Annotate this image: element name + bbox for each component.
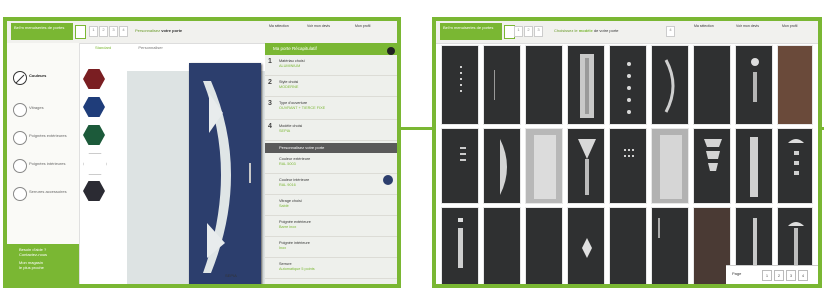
door-model-tile[interactable] bbox=[525, 45, 563, 125]
top-bar: Bel'm menuiseries de portes 1 2 3 Choisi… bbox=[436, 21, 818, 44]
nav-selection[interactable]: Ma sélection bbox=[694, 24, 720, 40]
door-model-tile[interactable] bbox=[777, 128, 813, 204]
step-icon[interactable]: 2 bbox=[524, 26, 533, 37]
breadcrumb: Choisissez le modèle de votre porte bbox=[554, 28, 619, 33]
phone-icon: Besoin d'aide ? Contactez-nous bbox=[19, 247, 48, 257]
color-swatch[interactable] bbox=[83, 181, 105, 201]
door-model-tile[interactable] bbox=[483, 45, 521, 125]
summary-step[interactable]: 3 Type d'ouverture OUVRANT + TIERCE FIXE bbox=[265, 98, 397, 120]
sidebar-item-colors[interactable]: Couleurs bbox=[13, 71, 77, 87]
summary-detail: Couleur intérieure RAL 9016 bbox=[265, 175, 397, 195]
selected-color-dot bbox=[383, 175, 393, 185]
option-custom[interactable]: Personnaliser bbox=[138, 45, 162, 50]
door-model-tile[interactable] bbox=[735, 45, 773, 125]
door-model-tile[interactable] bbox=[693, 45, 731, 125]
pagination: Page 1 2 3 4 bbox=[726, 265, 818, 284]
lock-icon bbox=[13, 187, 27, 201]
brand-mark-icon bbox=[75, 25, 86, 39]
door-model-tile[interactable] bbox=[609, 45, 647, 125]
color-swatch[interactable] bbox=[83, 69, 105, 89]
door-model-tile[interactable] bbox=[441, 128, 479, 204]
door-model-tile[interactable] bbox=[567, 207, 605, 284]
door-model-tile[interactable] bbox=[693, 128, 731, 204]
door-model-tile[interactable] bbox=[483, 128, 521, 204]
summary-detail: Serrure Automatique 5 points bbox=[265, 259, 397, 279]
door-model-tile[interactable] bbox=[483, 207, 521, 284]
summary-step[interactable]: 4 Modèle choisi SEPIA bbox=[265, 121, 397, 141]
help-contact-box[interactable]: Besoin d'aide ? Contactez-nous Mon magas… bbox=[7, 244, 79, 284]
nav-quote[interactable]: Voir mon devis bbox=[736, 24, 762, 40]
brand-logo[interactable]: Bel'm menuiseries de portes bbox=[440, 23, 502, 40]
breadcrumb-highlight: votre porte bbox=[161, 28, 183, 33]
door-model-tile[interactable] bbox=[441, 207, 479, 284]
sidebar-item-inner-handles[interactable]: Poignées intérieures bbox=[13, 159, 77, 175]
handle-icon bbox=[13, 159, 27, 173]
summary-detail: Poignée intérieure Inox bbox=[265, 238, 397, 258]
door-preview bbox=[189, 63, 261, 284]
door-model-tile[interactable] bbox=[567, 45, 605, 125]
option-standard[interactable]: Standard bbox=[95, 45, 111, 50]
door-model-tile-photo[interactable] bbox=[777, 45, 813, 125]
option-tabs: Standard Personnaliser bbox=[87, 45, 163, 50]
door-model-catalog-screenshot: Bel'm menuiseries de portes 1 2 3 Choisi… bbox=[432, 17, 822, 288]
door-model-tile[interactable] bbox=[609, 128, 647, 204]
sidebar: Couleurs Vitrages Poignées extérieures P… bbox=[7, 43, 80, 284]
summary-detail: Vitrage choisi Sablé bbox=[265, 196, 397, 216]
window-icon bbox=[13, 103, 27, 117]
door-configurator-screenshot: Bel'm menuiseries de portes 1 2 3 4 Pers… bbox=[3, 17, 401, 288]
summary-step[interactable]: 1 Matériau choisi ALUMINIUM bbox=[265, 56, 397, 76]
door-model-tile[interactable] bbox=[651, 128, 689, 204]
door-model-tile[interactable] bbox=[735, 128, 773, 204]
door-model-tile[interactable] bbox=[651, 207, 689, 284]
color-swatch[interactable] bbox=[83, 97, 105, 117]
sidebar-item-locks[interactable]: Serrures accessoires bbox=[13, 187, 77, 203]
breadcrumb-text: Personnalisez bbox=[135, 28, 161, 33]
door-model-tile[interactable] bbox=[567, 128, 605, 204]
door-glass-pattern bbox=[203, 81, 251, 273]
color-swatch[interactable] bbox=[83, 125, 105, 145]
page-button[interactable]: 3 bbox=[786, 270, 796, 281]
summary-detail: Couleur extérieure RAL 5003 bbox=[265, 154, 397, 174]
page-button[interactable]: 1 bbox=[762, 270, 772, 281]
close-icon[interactable] bbox=[387, 47, 395, 55]
step-icon[interactable]: 2 bbox=[99, 26, 108, 37]
page-button[interactable]: 2 bbox=[774, 270, 784, 281]
nav-profile[interactable]: Mon profil bbox=[355, 24, 381, 40]
door-model-label: SEPIA bbox=[225, 273, 237, 278]
sidebar-item-outer-handles[interactable]: Poignées extérieures bbox=[13, 131, 77, 147]
door-model-tile[interactable] bbox=[441, 45, 479, 125]
step-icon[interactable]: 1 bbox=[514, 26, 523, 37]
door-model-tile[interactable] bbox=[525, 128, 563, 204]
step-icon[interactable]: 1 bbox=[89, 26, 98, 37]
connector-line bbox=[401, 127, 432, 130]
door-model-tile[interactable] bbox=[525, 207, 563, 284]
ban-icon bbox=[13, 71, 27, 85]
top-bar: Bel'm menuiseries de portes 1 2 3 4 Pers… bbox=[7, 21, 397, 44]
sidebar-item-glazing[interactable]: Vitrages bbox=[13, 103, 77, 119]
configuration-summary-panel: Ma porte Récapitulatif 1 Matériau choisi… bbox=[265, 43, 397, 284]
summary-detail: Poignée extérieure Barre inox bbox=[265, 217, 397, 237]
summary-step[interactable]: 2 Style choisi MODERNE bbox=[265, 77, 397, 97]
brand-logo[interactable]: Bel'm menuiseries de portes bbox=[11, 23, 73, 40]
page-button[interactable]: 4 bbox=[798, 270, 808, 281]
step-icon[interactable]: 3 bbox=[534, 26, 543, 37]
color-swatch[interactable] bbox=[83, 153, 107, 175]
breadcrumb: Personnalisez votre porte bbox=[135, 28, 182, 33]
store-link[interactable]: Mon magasin le plus proche bbox=[7, 257, 79, 270]
summary-header: Ma porte Récapitulatif bbox=[265, 43, 397, 55]
step-icon[interactable]: 4 bbox=[666, 26, 675, 37]
door-model-tile[interactable] bbox=[651, 45, 689, 125]
step-icon[interactable]: 3 bbox=[109, 26, 118, 37]
customize-section-header: Personnalisez votre porte bbox=[265, 143, 397, 153]
nav-selection[interactable]: Ma sélection bbox=[269, 24, 295, 40]
step-icon[interactable]: 4 bbox=[119, 26, 128, 37]
handle-icon bbox=[13, 131, 27, 145]
door-model-tile[interactable] bbox=[609, 207, 647, 284]
nav-profile[interactable]: Mon profil bbox=[782, 24, 808, 40]
nav-quote[interactable]: Voir mon devis bbox=[307, 24, 333, 40]
